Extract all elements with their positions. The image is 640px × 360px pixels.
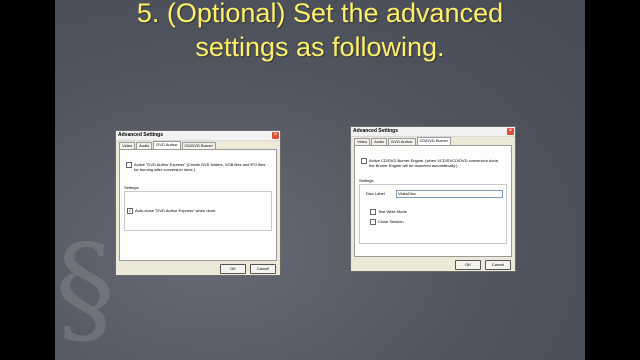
tab-cd-dvd-burner[interactable]: CD/DVD Burner — [416, 137, 451, 145]
test-write-label: Test Write Mode — [378, 209, 407, 214]
slide-title-line1: 5. (Optional) Set the advanced — [136, 0, 504, 28]
activate-checkbox[interactable] — [361, 158, 367, 164]
autoclose-label: Auto-close "DVD Author Express" when don… — [135, 208, 217, 213]
tab-dvd-author[interactable]: DVD Author — [388, 138, 416, 145]
ok-button[interactable]: OK — [220, 264, 246, 274]
close-icon[interactable]: × — [507, 128, 514, 135]
slide-title-line2: settings as following. — [195, 32, 445, 62]
activate-checkbox[interactable] — [126, 162, 132, 168]
slide-title: 5. (Optional) Set the advanced settings … — [55, 0, 585, 64]
activate-row: Active "DVD Author Express" (Create DVD … — [126, 162, 266, 172]
activate-label: Active CD/DVD Burner Engine. (when VCD/S… — [369, 158, 500, 168]
dialog-title: Advanced Settings — [353, 128, 399, 134]
close-session-row: Close Session — [370, 219, 404, 225]
dialog-titlebar: Advanced Settings × — [351, 127, 515, 137]
disc-label-input[interactable]: VideoDisc — [396, 190, 503, 198]
tab-audio[interactable]: Audio — [371, 138, 388, 145]
disc-label-label: Disc Label — [366, 191, 385, 196]
slide: § 5. (Optional) Set the advanced setting… — [55, 0, 585, 360]
settings-label: Settings — [359, 178, 374, 183]
activate-label: Active "DVD Author Express" (Create DVD … — [134, 162, 266, 172]
cancel-button[interactable]: Cancel — [485, 260, 511, 270]
close-session-checkbox[interactable] — [370, 219, 376, 225]
tab-dvd-author[interactable]: DVD Author — [153, 141, 181, 149]
ok-button[interactable]: OK — [455, 260, 481, 270]
test-write-checkbox[interactable] — [370, 209, 376, 215]
tab-panel: Active CD/DVD Burner Engine. (when VCD/S… — [354, 145, 512, 257]
settings-group: Disc Label VideoDisc Test Write Mode Clo… — [359, 184, 507, 244]
dialog-titlebar: Advanced Settings × — [116, 131, 280, 141]
cancel-button[interactable]: Cancel — [250, 264, 276, 274]
test-write-row: Test Write Mode — [370, 209, 407, 215]
activate-row: Active CD/DVD Burner Engine. (when VCD/S… — [361, 158, 501, 168]
tab-strip: Video Audio DVD Author CD/DVD Burner — [119, 141, 217, 149]
close-icon[interactable]: × — [272, 132, 279, 139]
tab-strip: Video Audio DVD Author CD/DVD Burner — [354, 137, 452, 145]
dialog-title: Advanced Settings — [118, 132, 164, 138]
tab-video[interactable]: Video — [119, 142, 136, 149]
autoclose-row: ✓ Auto-close "DVD Author Express" when d… — [127, 208, 216, 214]
settings-group: ✓ Auto-close "DVD Author Express" when d… — [124, 191, 272, 231]
close-session-label: Close Session — [378, 219, 404, 224]
tab-cd-dvd-burner[interactable]: CD/DVD Burner — [181, 142, 216, 149]
settings-label: Settings — [124, 185, 139, 190]
tab-video[interactable]: Video — [354, 138, 371, 145]
tab-panel: Active "DVD Author Express" (Create DVD … — [119, 149, 277, 261]
autoclose-checkbox[interactable]: ✓ — [127, 208, 133, 214]
advanced-settings-dialog-dvd-author: Advanced Settings × Video Audio DVD Auth… — [115, 130, 281, 276]
tab-audio[interactable]: Audio — [136, 142, 153, 149]
advanced-settings-dialog-cd-dvd-burner: Advanced Settings × Video Audio DVD Auth… — [350, 126, 516, 272]
